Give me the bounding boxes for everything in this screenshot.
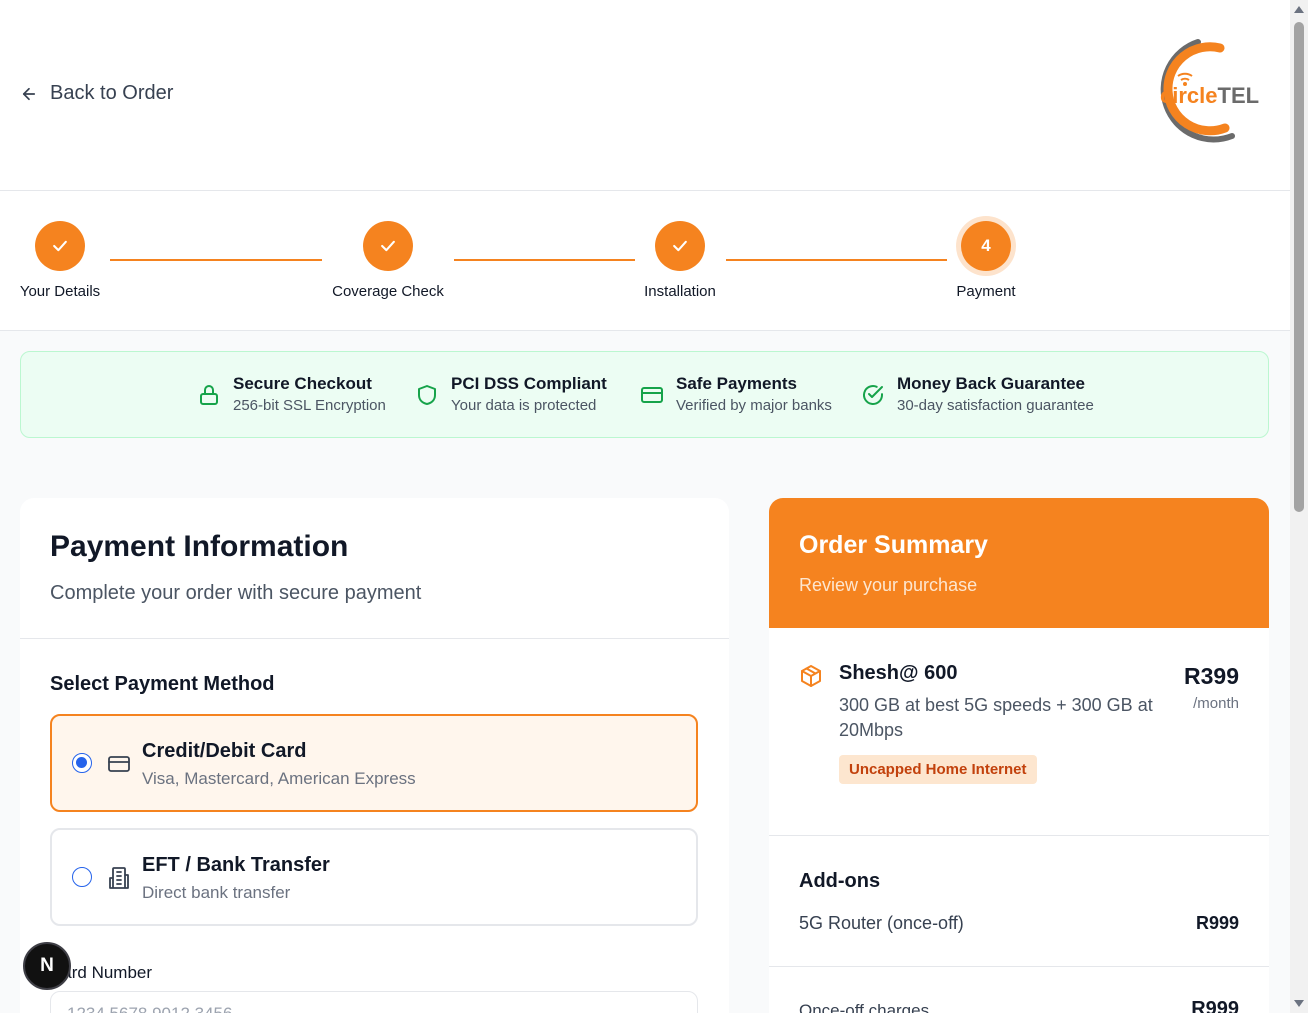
svg-text:circleTEL: circleTEL xyxy=(1160,83,1259,108)
order-summary-header: Order Summary Review your purchase xyxy=(769,498,1269,628)
order-summary-title: Order Summary xyxy=(799,531,988,559)
step-connector xyxy=(454,259,635,261)
trust-item-secure-checkout: Secure Checkout 256-bit SSL Encryption xyxy=(197,374,386,414)
back-to-order-label: Back to Order xyxy=(50,82,174,104)
payment-subtitle: Complete your order with secure payment xyxy=(50,582,422,604)
divider xyxy=(769,835,1269,836)
checkout-stepper: Your Details Coverage Check Installation… xyxy=(0,191,1290,331)
card-radio[interactable] xyxy=(72,753,92,773)
eft-radio[interactable] xyxy=(72,867,92,887)
addons-title: Add-ons xyxy=(799,870,881,892)
method-title: Credit/Debit Card xyxy=(142,740,307,762)
step-label: Your Details xyxy=(19,283,101,300)
trust-title: Safe Payments xyxy=(676,374,797,393)
trust-subtitle: Your data is protected xyxy=(451,397,597,414)
building-icon xyxy=(109,867,129,889)
step-number-indicator: 4 xyxy=(961,221,1011,271)
step-coverage-check[interactable]: Coverage Check xyxy=(318,221,458,300)
scroll-up-arrow-icon[interactable] xyxy=(1294,6,1304,13)
back-to-order-link[interactable]: Back to Order xyxy=(20,82,173,105)
step-connector xyxy=(110,259,322,261)
trust-subtitle: Verified by major banks xyxy=(676,397,832,414)
page-scrollbar[interactable] xyxy=(1290,0,1308,1013)
trust-title: Money Back Guarantee xyxy=(897,374,1086,393)
step-installation[interactable]: Installation xyxy=(610,221,750,300)
package-price: R399 xyxy=(1184,663,1239,689)
package-badge: Uncapped Home Internet xyxy=(839,755,1037,784)
package-description: 300 GB at best 5G speeds + 300 GB at 20M… xyxy=(839,695,1153,740)
arrow-left-icon xyxy=(22,87,36,100)
method-subtitle: Visa, Mastercard, American Express xyxy=(142,769,416,788)
order-summary-subtitle: Review your purchase xyxy=(799,575,978,595)
circletel-logo[interactable]: circleTEL xyxy=(1120,36,1270,148)
credit-card-icon xyxy=(108,756,130,772)
trust-banner: Secure Checkout 256-bit SSL Encryption P… xyxy=(20,351,1269,438)
divider xyxy=(20,638,729,639)
check-icon xyxy=(53,240,67,252)
payment-information-card: Payment Information Complete your order … xyxy=(20,498,729,1013)
package-name: Shesh@ 600 xyxy=(839,662,958,684)
credit-card-icon xyxy=(641,387,663,403)
step-complete-indicator xyxy=(655,221,705,271)
trust-item-pci: PCI DSS Compliant Your data is protected xyxy=(415,374,607,414)
once-off-charges-label: Once-off charges xyxy=(799,1001,930,1013)
once-off-charges-price: R999 xyxy=(1191,998,1239,1013)
trust-item-money-back: Money Back Guarantee 30-day satisfaction… xyxy=(861,374,1094,414)
check-circle-icon xyxy=(863,385,883,405)
trust-title: PCI DSS Compliant xyxy=(451,374,607,393)
trust-title: Secure Checkout xyxy=(233,374,372,393)
package-period: /month xyxy=(1193,695,1239,712)
scroll-down-arrow-icon[interactable] xyxy=(1294,1000,1304,1007)
page-header: Back to Order circleTEL xyxy=(0,0,1290,191)
trust-subtitle: 30-day satisfaction guarantee xyxy=(897,397,1094,414)
addon-price: R999 xyxy=(1195,913,1239,933)
payment-method-eft-option[interactable]: EFT / Bank Transfer Direct bank transfer xyxy=(50,828,698,926)
payment-title: Payment Information xyxy=(50,530,349,563)
trust-subtitle: 256-bit SSL Encryption xyxy=(233,397,386,414)
step-your-details[interactable]: Your Details xyxy=(0,221,130,300)
trust-item-safe-payments: Safe Payments Verified by major banks xyxy=(640,374,832,414)
step-complete-indicator xyxy=(35,221,85,271)
divider xyxy=(769,966,1269,967)
step-label: Payment xyxy=(956,283,1016,300)
step-connector xyxy=(726,259,947,261)
method-title: EFT / Bank Transfer xyxy=(142,854,330,876)
logo-tel-text: TEL xyxy=(1218,83,1260,108)
method-subtitle: Direct bank transfer xyxy=(142,883,291,902)
step-complete-indicator xyxy=(363,221,413,271)
lock-icon xyxy=(200,385,218,405)
addon-name: 5G Router (once-off) xyxy=(799,913,964,933)
order-summary-card: Order Summary Review your purchase Shesh… xyxy=(769,498,1269,1013)
step-label: Installation xyxy=(644,283,716,300)
scrollbar-thumb[interactable] xyxy=(1294,22,1304,512)
shield-icon xyxy=(418,385,436,405)
payment-method-card-option[interactable]: Credit/Debit Card Visa, Mastercard, Amer… xyxy=(50,714,698,812)
logo-circle-text: circle xyxy=(1160,83,1218,108)
nextjs-dev-badge[interactable]: N xyxy=(23,942,71,990)
check-icon xyxy=(673,240,687,252)
check-icon xyxy=(381,240,395,252)
payment-method-heading: Select Payment Method xyxy=(50,673,275,695)
step-label: Coverage Check xyxy=(332,283,444,300)
step-payment[interactable]: 4 Payment xyxy=(916,221,1056,300)
package-icon xyxy=(801,665,821,687)
card-number-input[interactable] xyxy=(50,991,698,1013)
